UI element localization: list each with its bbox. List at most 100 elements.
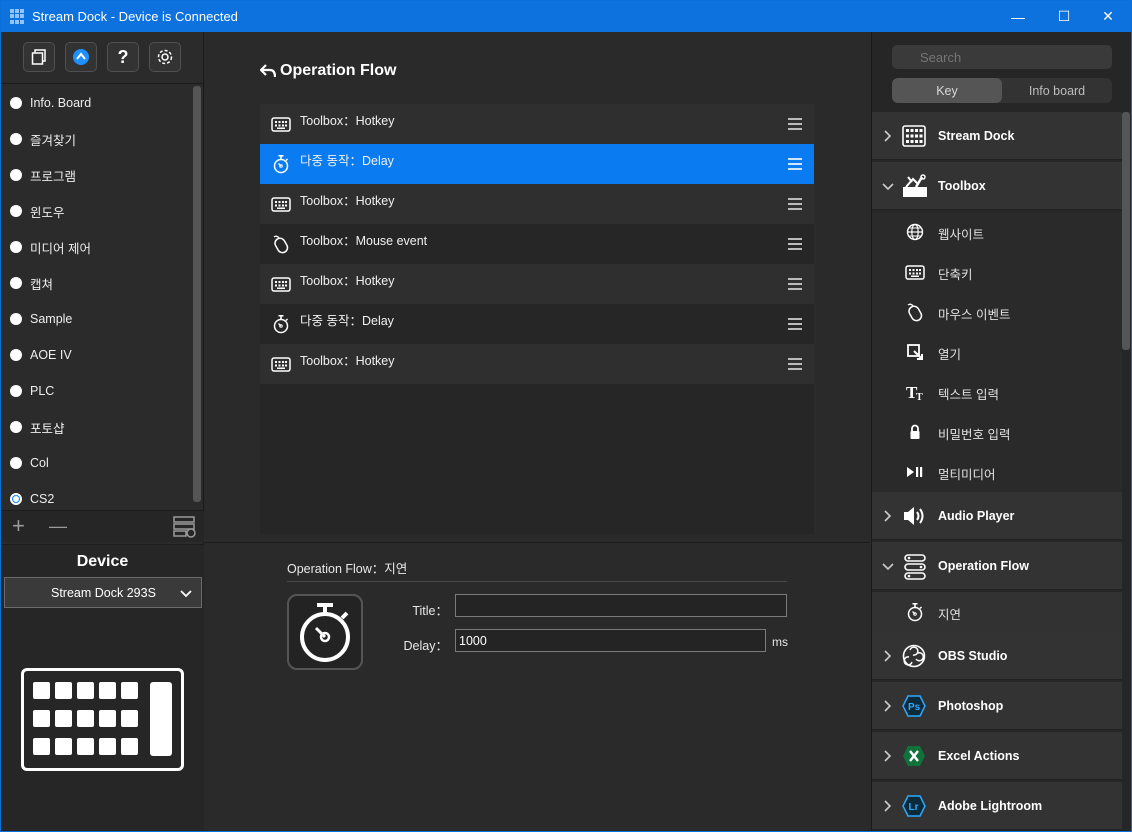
- close-button[interactable]: ✕: [1085, 1, 1131, 32]
- title-bar: Stream Dock - Device is Connected — ☐ ✕: [1, 1, 1131, 32]
- action-item[interactable]: 열기: [872, 332, 1122, 372]
- flow-item[interactable]: 다중 동작：Delay: [260, 144, 814, 184]
- chevron-right-icon[interactable]: [882, 799, 892, 817]
- add-profile-button[interactable]: +: [12, 513, 25, 539]
- profile-label: CS2: [30, 492, 55, 506]
- category-stream-dock[interactable]: Stream Dock: [872, 112, 1122, 160]
- action-item[interactable]: 웹사이트: [872, 212, 1122, 252]
- radio-button[interactable]: [10, 133, 22, 145]
- settings-button[interactable]: [149, 42, 181, 72]
- action-label: 비밀번호 입력: [938, 428, 1011, 442]
- profile-manage-button[interactable]: [173, 516, 197, 543]
- profile-item[interactable]: AOE IV: [1, 337, 191, 373]
- flow-item[interactable]: Toolbox：Hotkey: [260, 344, 814, 384]
- chevron-down-icon[interactable]: [882, 179, 894, 197]
- remove-profile-button[interactable]: —: [49, 516, 67, 537]
- store-button[interactable]: [65, 42, 97, 72]
- flow-list: Toolbox：Hotkey 다중 동작：Delay Toolbox：Hotkey T…: [260, 104, 814, 534]
- action-icon-preview[interactable]: [287, 594, 363, 670]
- minimize-button[interactable]: —: [995, 1, 1041, 32]
- profile-item[interactable]: 즐겨찾기: [1, 121, 191, 157]
- action-item[interactable]: 마우스 이벤트: [872, 292, 1122, 332]
- radio-button[interactable]: [10, 277, 22, 289]
- tab-info-board[interactable]: Info board: [1002, 78, 1112, 103]
- profile-item[interactable]: Sample: [1, 301, 191, 337]
- chevron-right-icon[interactable]: [882, 129, 892, 147]
- profile-item[interactable]: Info. Board: [1, 85, 191, 121]
- drag-handle-icon[interactable]: [788, 238, 802, 253]
- flow-item-label: Toolbox：Hotkey: [300, 114, 395, 128]
- device-select[interactable]: Stream Dock 293S: [4, 577, 202, 608]
- radio-button[interactable]: [10, 493, 22, 505]
- radio-button[interactable]: [10, 421, 22, 433]
- profile-item[interactable]: 포토샵: [1, 409, 191, 445]
- stopwatch-icon: [300, 603, 350, 662]
- radio-button[interactable]: [10, 205, 22, 217]
- profile-label: Info. Board: [30, 96, 92, 110]
- stopwatch-icon: [271, 314, 291, 334]
- category-label: Toolbox: [938, 179, 986, 193]
- library-scrollbar[interactable]: [1122, 112, 1130, 350]
- chevron-right-icon[interactable]: [882, 509, 892, 527]
- search-input[interactable]: [892, 45, 1112, 69]
- flow-item-label: 다중 동작：Delay: [300, 154, 394, 168]
- drag-handle-icon[interactable]: [788, 118, 802, 133]
- profile-item[interactable]: 캡쳐: [1, 265, 191, 301]
- flow-item[interactable]: Toolbox：Hotkey: [260, 104, 814, 144]
- category-audio-player[interactable]: Audio Player: [872, 492, 1122, 540]
- drag-handle-icon[interactable]: [788, 158, 802, 173]
- category-obs-studio[interactable]: OBS Studio: [872, 632, 1122, 680]
- drag-handle-icon[interactable]: [788, 318, 802, 333]
- profile-item[interactable]: 프로그램: [1, 157, 191, 193]
- profile-item[interactable]: PLC: [1, 373, 191, 409]
- profile-label: Col: [30, 456, 49, 470]
- maximize-button[interactable]: ☐: [1041, 1, 1087, 32]
- tab-key[interactable]: Key: [892, 78, 1002, 103]
- pages-icon: [31, 49, 46, 65]
- profile-item[interactable]: 미디어 제어: [1, 229, 191, 265]
- detail-divider: [287, 581, 787, 582]
- profile-scrollbar[interactable]: [193, 86, 201, 502]
- profile-item[interactable]: Col: [1, 445, 191, 481]
- delay-input[interactable]: [455, 629, 766, 652]
- radio-button[interactable]: [10, 313, 22, 325]
- action-item[interactable]: 단축키: [872, 252, 1122, 292]
- category-operation-flow[interactable]: Operation Flow: [872, 542, 1122, 590]
- help-button[interactable]: ?: [107, 42, 139, 72]
- radio-button[interactable]: [10, 97, 22, 109]
- category-excel-actions[interactable]: Excel Actions: [872, 732, 1122, 780]
- app-window: Stream Dock - Device is Connected — ☐ ✕ …: [0, 0, 1132, 832]
- category-adobe-lightroom[interactable]: Lr Adobe Lightroom: [872, 782, 1122, 830]
- radio-button[interactable]: [10, 457, 22, 469]
- pages-button[interactable]: [23, 42, 55, 72]
- drag-handle-icon[interactable]: [788, 358, 802, 373]
- chevron-right-icon[interactable]: [882, 749, 892, 767]
- action-item[interactable]: T T 텍스트 입력: [872, 372, 1122, 412]
- action-label: 멀티미디어: [938, 468, 996, 482]
- category-photoshop[interactable]: Ps Photoshop: [872, 682, 1122, 730]
- flow-item[interactable]: Toolbox：Mouse event: [260, 224, 814, 264]
- chevron-right-icon[interactable]: [882, 699, 892, 717]
- profile-item[interactable]: 윈도우: [1, 193, 191, 229]
- action-item[interactable]: 비밀번호 입력: [872, 412, 1122, 452]
- radio-button[interactable]: [10, 349, 22, 361]
- flow-item[interactable]: Toolbox：Hotkey: [260, 264, 814, 304]
- radio-button[interactable]: [10, 241, 22, 253]
- flow-item[interactable]: Toolbox：Hotkey: [260, 184, 814, 224]
- chevron-down-icon[interactable]: [882, 559, 894, 577]
- action-item[interactable]: 멀티미디어: [872, 452, 1122, 492]
- action-item[interactable]: 지연: [872, 592, 1122, 632]
- chevron-right-icon[interactable]: [882, 649, 892, 667]
- radio-button[interactable]: [10, 385, 22, 397]
- obs-icon: [902, 644, 926, 668]
- category-toolbox[interactable]: Toolbox: [872, 162, 1122, 210]
- left-toolbar: ?: [1, 32, 204, 84]
- drag-handle-icon[interactable]: [788, 278, 802, 293]
- flow-item[interactable]: 다중 동작：Delay: [260, 304, 814, 344]
- drag-handle-icon[interactable]: [788, 198, 802, 213]
- profile-label: 포토샵: [30, 421, 65, 436]
- back-arrow-icon[interactable]: [260, 64, 276, 78]
- database-settings-icon: [173, 516, 196, 538]
- title-input[interactable]: [455, 594, 787, 617]
- radio-button[interactable]: [10, 169, 22, 181]
